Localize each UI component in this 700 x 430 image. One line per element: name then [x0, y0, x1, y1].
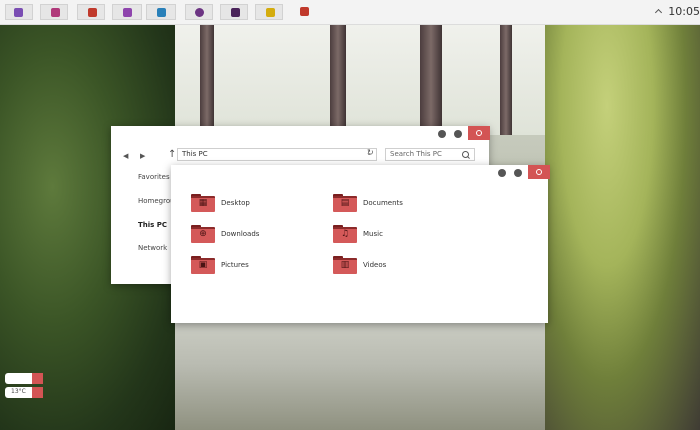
wallpaper-tree — [200, 25, 214, 135]
taskbar-button-app8[interactable] — [255, 4, 283, 20]
folder-desktop[interactable]: ▦ Desktop — [191, 194, 250, 212]
sidebar-item-favorites[interactable]: Favorites — [138, 173, 170, 181]
taskbar-button-app5[interactable] — [146, 4, 176, 20]
moon-icon — [32, 387, 43, 398]
mail-widget[interactable] — [5, 373, 45, 384]
minimize-button[interactable] — [438, 130, 446, 138]
wallpaper-tree — [420, 25, 442, 135]
search-input[interactable]: Search This PC — [385, 148, 475, 161]
taskbar: 10:05 — [0, 0, 700, 25]
taskbar-button-calendar[interactable] — [5, 4, 33, 20]
chat-icon — [195, 8, 204, 17]
wallpaper-moss-right — [545, 25, 700, 430]
taskbar-button-app4[interactable] — [112, 4, 142, 20]
forward-arrow-icon[interactable]: ▶ — [140, 152, 145, 160]
taskbar-button-app2[interactable] — [40, 4, 68, 20]
folder-label: Downloads — [221, 230, 260, 238]
download-icon: ⊕ — [191, 225, 215, 243]
sidebar-item-network[interactable]: Network — [138, 244, 167, 252]
up-arrow-icon[interactable]: ↑ — [168, 149, 176, 160]
sidebar-item-homegroup[interactable]: Homegrou — [138, 197, 175, 205]
wallpaper-tree — [330, 25, 346, 135]
folder-pictures[interactable]: ▣ Pictures — [191, 256, 249, 274]
app-icon — [300, 7, 309, 16]
maximize-button[interactable] — [454, 130, 462, 138]
app-icon — [51, 8, 60, 17]
explorer-window-front: ▦ Desktop ▤ Documents ⊕ Downloads ♫ Musi… — [171, 165, 550, 323]
taskbar-button-app6[interactable] — [185, 4, 213, 20]
calendar-icon — [14, 8, 23, 17]
close-button[interactable] — [528, 165, 550, 179]
folder-label: Music — [363, 230, 383, 238]
sidebar-item-this-pc[interactable]: This PC — [138, 221, 167, 229]
music-icon: ♫ — [333, 225, 357, 243]
app-icon — [157, 8, 166, 17]
app-icon — [123, 8, 132, 17]
taskbar-clock[interactable]: 10:05 — [668, 5, 700, 18]
maximize-button[interactable] — [514, 169, 522, 177]
desktop-icon: ▦ — [191, 194, 215, 212]
search-icon — [462, 151, 469, 158]
taskbar-button-app7[interactable] — [220, 4, 248, 20]
tray-chevron-up-icon[interactable] — [654, 8, 663, 17]
folder-documents[interactable]: ▤ Documents — [333, 194, 403, 212]
mail-icon — [32, 373, 43, 384]
taskbar-button-app9[interactable] — [293, 4, 315, 20]
app-icon — [231, 8, 240, 17]
folder-label: Documents — [363, 199, 403, 207]
refresh-icon[interactable]: ↻ — [367, 148, 374, 157]
folder-music[interactable]: ♫ Music — [333, 225, 383, 243]
folder-label: Desktop — [221, 199, 250, 207]
folder-label: Pictures — [221, 261, 249, 269]
folder-videos[interactable]: ▥ Videos — [333, 256, 386, 274]
back-arrow-icon[interactable]: ◀ — [123, 152, 128, 160]
minimize-button[interactable] — [498, 169, 506, 177]
close-button[interactable] — [468, 126, 490, 140]
folder-label: Videos — [363, 261, 387, 269]
wallpaper-tree — [500, 25, 512, 135]
weather-widget[interactable]: 13°C — [5, 387, 45, 398]
video-icon: ▥ — [333, 256, 357, 274]
folder-downloads[interactable]: ⊕ Downloads — [191, 225, 259, 243]
search-placeholder: Search This PC — [390, 150, 442, 158]
address-bar[interactable]: This PC ⌄ — [177, 148, 377, 161]
app-icon — [266, 8, 275, 17]
address-text: This PC — [182, 150, 208, 158]
picture-icon: ▣ — [191, 256, 215, 274]
weather-temperature: 13°C — [11, 388, 26, 395]
taskbar-button-app3[interactable] — [77, 4, 105, 20]
app-icon — [88, 8, 97, 17]
document-icon: ▤ — [333, 194, 357, 212]
